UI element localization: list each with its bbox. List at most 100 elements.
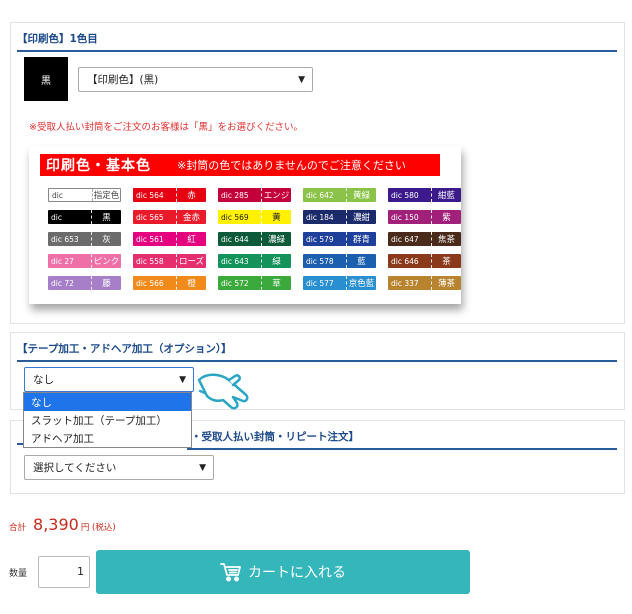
print-color-title: 【印刷色】1色目	[17, 31, 617, 52]
color-chart-header-note: ※封筒の色ではありませんのでご注意ください	[177, 159, 406, 172]
color-chip: dic 72 藤	[48, 276, 121, 290]
color-chip: dic 指定色	[48, 188, 121, 202]
color-chip-code: dic 643	[218, 254, 262, 268]
color-chip-code: dic 337	[388, 276, 432, 290]
color-chip: dic 27 ピンク	[48, 254, 121, 268]
color-chip-code: dic 577	[303, 276, 347, 290]
color-chip-code: dic 72	[48, 276, 92, 290]
tape-option-slat[interactable]: スラット加工（テープ加工）	[24, 411, 191, 429]
tape-option-title: 【テープ加工・アドヘア加工（オプション）】	[17, 341, 617, 362]
color-chip: dic 150 紫	[388, 210, 461, 224]
color-chip: dic 黒	[48, 210, 121, 224]
color-chip-name: ローズ	[178, 257, 205, 267]
color-chip-name: エンジ	[263, 191, 290, 201]
color-chart-header: 印刷色・基本色 ※封筒の色ではありませんのでご注意ください	[40, 154, 440, 176]
color-chip-code: dic 572	[218, 276, 262, 290]
price-amount: 8,390	[33, 515, 79, 534]
selected-color-swatch: 黒	[24, 57, 68, 101]
pointing-hand-icon	[197, 373, 249, 410]
color-chip: dic 561 紅	[133, 232, 206, 246]
color-chip-name: ピンク	[93, 257, 120, 267]
color-chip-name: 茶	[442, 257, 451, 267]
color-chip-name: 指定色	[93, 191, 120, 201]
color-chip-name: 草	[272, 279, 281, 289]
color-chip-code: dic 566	[133, 276, 177, 290]
black-notice: ※受取人払い封筒をご注文のお客様は「黒」をお選びください。	[29, 122, 303, 133]
chevron-down-icon: ▼	[298, 74, 305, 85]
color-chip: dic 653 灰	[48, 232, 121, 246]
color-chip: dic 643 緑	[218, 254, 291, 268]
print-color-select-value: 【印刷色】(黒)	[87, 74, 159, 86]
envelope-option-select-value: 選択してください	[33, 462, 117, 474]
color-chip: dic 558 ローズ	[133, 254, 206, 268]
color-chip-code: dic 184	[303, 210, 347, 224]
color-chip-name: 京色藍	[348, 279, 375, 289]
chevron-down-icon: ▼	[179, 374, 186, 385]
color-chip: dic 569 黄	[218, 210, 291, 224]
color-chip-code: dic	[48, 210, 92, 224]
color-chip-name: 灰	[102, 235, 111, 245]
color-chip-code: dic 644	[218, 232, 262, 246]
color-chip-name: 群青	[352, 235, 370, 245]
color-chip-code: dic 569	[218, 210, 262, 224]
color-chip-code: dic 150	[388, 210, 432, 224]
color-chip-name: 黄緑	[352, 191, 370, 201]
color-chip-name: 濃緑	[267, 235, 285, 245]
price-unit: 円 (税込)	[80, 523, 116, 533]
color-chip-name: 紅	[187, 235, 196, 245]
color-chart-header-main: 印刷色・基本色	[46, 158, 151, 174]
color-chip-name: 藤	[102, 279, 111, 289]
color-chip-code: dic 285	[218, 188, 262, 202]
color-chip-code: dic 561	[133, 232, 177, 246]
add-to-cart-label: カートに入れる	[248, 565, 346, 581]
color-chart: 印刷色・基本色 ※封筒の色ではありませんのでご注意ください dic 指定色 dic …	[29, 146, 461, 304]
color-chip: dic 337 薄茶	[388, 276, 461, 290]
color-chip-name: 緑	[272, 257, 281, 267]
color-chip: dic 577 京色藍	[303, 276, 376, 290]
color-chip-code: dic 647	[388, 232, 432, 246]
color-chip-code: dic 565	[133, 210, 177, 224]
color-chip-code: dic 579	[303, 232, 347, 246]
color-chip-name: 焦茶	[437, 235, 455, 245]
color-chip-name: 紫	[442, 213, 451, 223]
color-chip: dic 646 茶	[388, 254, 461, 268]
color-chip-name: 黄	[272, 213, 281, 223]
tape-option-adhere[interactable]: アドヘア加工	[24, 429, 191, 447]
color-chip: dic 565 金赤	[133, 210, 206, 224]
print-color-panel: 【印刷色】1色目 黒 【印刷色】(黒) ▼ ※受取人払い封筒をご注文のお客様は「…	[10, 22, 625, 324]
add-to-cart-button[interactable]: カートに入れる	[96, 550, 470, 594]
tape-option-dropdown: なし スラット加工（テープ加工） アドヘア加工	[23, 392, 192, 448]
color-chip-name: 金赤	[182, 213, 200, 223]
color-chip-name: 黒	[102, 213, 111, 223]
color-chip-name: 紺藍	[437, 191, 455, 201]
quantity-label: 数量	[9, 569, 28, 579]
color-chip-code: dic 653	[48, 232, 92, 246]
color-chip: dic 580 紺藍	[388, 188, 461, 202]
color-chip-name: 赤	[187, 191, 196, 201]
color-chip-code: dic 642	[303, 188, 347, 202]
color-chip: dic 644 濃緑	[218, 232, 291, 246]
cart-icon	[220, 563, 241, 582]
color-chip-code: dic 578	[303, 254, 347, 268]
color-chip-name: 橙	[187, 279, 196, 289]
color-chip: dic 184 濃紺	[303, 210, 376, 224]
color-chip: dic 647 焦茶	[388, 232, 461, 246]
color-chip-code: dic 580	[388, 188, 432, 202]
color-chip-code: dic 27	[48, 254, 92, 268]
color-chip: dic 579 群青	[303, 232, 376, 246]
tape-option-select[interactable]: なし ▼	[24, 367, 194, 392]
chevron-down-icon: ▼	[199, 462, 206, 473]
color-chip: dic 642 黄緑	[303, 188, 376, 202]
quantity-input[interactable]: 1	[38, 556, 90, 588]
tape-option-none[interactable]: なし	[24, 393, 191, 411]
envelope-option-select[interactable]: 選択してください ▼	[24, 455, 214, 480]
color-chip: dic 578 藍	[303, 254, 376, 268]
color-chip-code: dic 646	[388, 254, 432, 268]
envelope-option-title: ・受取人払い封筒・リピート注文】	[187, 429, 617, 450]
color-chip-name: 薄茶	[437, 279, 455, 289]
price-total: 合計 8,390 円 (税込)	[9, 515, 116, 534]
price-label: 合計	[9, 523, 27, 533]
tape-option-select-value: なし	[33, 374, 54, 386]
print-color-select[interactable]: 【印刷色】(黒) ▼	[78, 67, 313, 92]
color-chip: dic 572 草	[218, 276, 291, 290]
